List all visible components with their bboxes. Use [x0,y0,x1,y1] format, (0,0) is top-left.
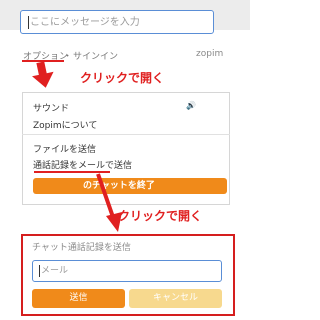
email-field[interactable]: メール [32,260,222,282]
menu-item-sound[interactable]: サウンド [33,101,69,114]
email-placeholder: メール [41,266,69,276]
text-caret [28,15,29,29]
chat-message-input[interactable]: ここにメッセージを入力 [20,10,214,34]
chat-input-placeholder: ここにメッセージを入力 [30,17,140,28]
menu-item-send-file[interactable]: ファイルを送信 [33,142,96,155]
callout-click-to-open-2: クリックで開く [118,209,203,223]
cancel-button[interactable]: キャンセル [129,289,222,308]
red-arrow-icon [32,62,54,88]
send-button[interactable]: 送信 [32,289,125,308]
zopim-logo: zopim [196,49,224,59]
menu-item-email-transcript[interactable]: 通話記録をメールで送信 [33,158,132,171]
end-chat-button[interactable]: のチャットを終了 [33,178,227,194]
red-arrow-icon [96,173,122,232]
callout-click-to-open-1: クリックで開く [80,71,165,85]
signin-link[interactable]: サインイン [73,49,118,62]
panel-title: チャット通話記録を送信 [32,243,131,253]
menu-item-about-zopim[interactable]: Zopimについて [33,118,97,131]
menu-divider [22,134,230,135]
text-caret [39,264,40,277]
speaker-icon[interactable]: 🔊 [186,101,196,110]
footer-separator: ・ [63,52,73,62]
